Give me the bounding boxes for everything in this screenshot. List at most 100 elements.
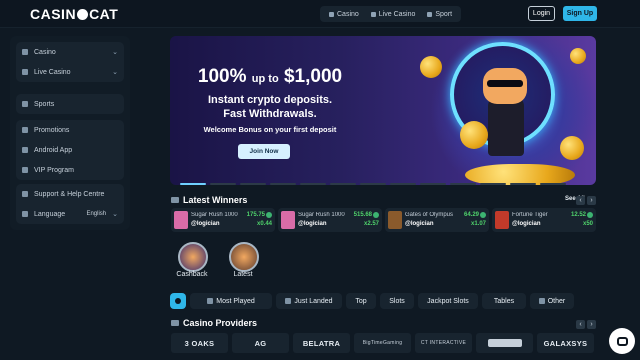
carousel-dot[interactable] <box>270 183 296 185</box>
filter-most-played[interactable]: Most Played <box>190 293 272 309</box>
carousel-dot[interactable] <box>390 183 416 185</box>
chevron-right-icon[interactable]: › <box>587 320 596 329</box>
grid-icon <box>538 298 545 304</box>
sidebar-group-games: Casino ⌄ Live Casino ⌄ <box>16 42 124 82</box>
chevron-right-icon[interactable]: › <box>587 196 596 205</box>
logo-text-right: CAT <box>89 6 119 22</box>
latest-winners-title: Latest Winners <box>171 195 247 205</box>
fire-icon <box>207 298 214 304</box>
game-thumbnail <box>495 211 509 229</box>
winner-card[interactable]: Fortune Tiger @logician 12.52 x50 <box>492 208 596 232</box>
story-latest[interactable] <box>229 242 259 272</box>
chevron-left-icon[interactable]: ‹ <box>576 196 585 205</box>
sidebar-item-support[interactable]: Support & Help Centre <box>16 184 124 204</box>
signup-button[interactable]: Sign Up <box>563 6 597 21</box>
filter-just-landed[interactable]: Just Landed <box>276 293 342 309</box>
search-icon <box>175 298 181 304</box>
coin-icon <box>570 48 586 64</box>
join-now-button[interactable]: Join Now <box>238 144 290 159</box>
sidebar-item-sports[interactable]: Sports <box>16 94 124 114</box>
carousel-dot[interactable] <box>330 183 356 185</box>
sidebar-item-language[interactable]: Language English ⌄ <box>16 204 124 224</box>
language-value: English <box>86 211 107 217</box>
paw-icon <box>77 9 89 20</box>
banner-subheadline: Instant crypto deposits. Fast Withdrawal… <box>207 94 333 120</box>
sidebar-item-vip[interactable]: VIP Program <box>16 160 124 180</box>
crypto-coin-icon <box>587 212 593 218</box>
banner-bonus-text: Welcome Bonus on your first deposit <box>203 125 337 134</box>
game-filter-bar: Most Played Just Landed Top Slots Jackpo… <box>170 293 574 309</box>
providers-icon <box>171 320 179 326</box>
login-button[interactable]: Login <box>528 6 555 21</box>
winner-card[interactable]: Sugar Rush 1000 @logician 175.75 x0.44 <box>171 208 275 232</box>
live-chat-button[interactable] <box>609 328 635 354</box>
coin-icon <box>420 56 442 78</box>
story-cashback[interactable] <box>178 242 208 272</box>
ball-icon <box>427 11 433 17</box>
chevron-left-icon[interactable]: ‹ <box>576 320 585 329</box>
crypto-coin-icon <box>480 212 486 218</box>
provider-logo[interactable] <box>476 333 533 353</box>
carousel-dot[interactable] <box>210 183 236 185</box>
story-cashback-label: Cashback <box>176 271 208 278</box>
cards-icon <box>22 49 28 55</box>
game-thumbnail <box>281 211 295 229</box>
sunglasses-icon <box>487 80 523 87</box>
live-icon <box>370 11 376 17</box>
filter-other[interactable]: Other <box>530 293 574 309</box>
provider-galaxsys[interactable]: GALAXSYS <box>537 333 594 353</box>
carousel-dot[interactable] <box>540 183 566 185</box>
carousel-dot[interactable] <box>420 183 446 185</box>
carousel-dot[interactable] <box>300 183 326 185</box>
provider-belatra[interactable]: BELATRA <box>293 333 350 353</box>
story-latest-label: Latest <box>233 271 253 278</box>
logo[interactable]: CASIN CAT <box>30 6 118 22</box>
promo-banner[interactable]: 100% up to $1,000 Instant crypto deposit… <box>170 36 596 185</box>
banner-headline: 100% up to $1,000 <box>197 66 343 87</box>
chevron-down-icon: ⌄ <box>112 49 118 56</box>
filter-top[interactable]: Top <box>346 293 376 309</box>
live-icon <box>22 69 28 75</box>
carousel-dot[interactable] <box>180 183 206 185</box>
filter-tables[interactable]: Tables <box>482 293 526 309</box>
filter-slots[interactable]: Slots <box>380 293 414 309</box>
chevron-down-icon: ⌄ <box>112 211 118 218</box>
gift-icon <box>22 127 28 133</box>
carousel-dot[interactable] <box>480 183 506 185</box>
provider-3-oaks[interactable]: 3 OAKS <box>171 333 228 353</box>
game-thumbnail <box>388 211 402 229</box>
sidebar-item-android-app[interactable]: Android App <box>16 140 124 160</box>
ball-icon <box>22 101 28 107</box>
cat-mascot-body <box>488 96 524 156</box>
provider-ct-interactive[interactable]: CT INTERACTIVE <box>415 333 472 353</box>
top-nav-casino[interactable]: Casino <box>324 6 364 22</box>
provider-ag[interactable]: AG <box>232 333 289 353</box>
top-nav-sport[interactable]: Sport <box>422 6 457 22</box>
sidebar-group-sports: Sports <box>16 94 124 114</box>
winner-card[interactable]: Gates of Olympus 1000 @logician 64.29 x1… <box>385 208 489 232</box>
logo-text-left: CASIN <box>30 6 77 22</box>
game-thumbnail <box>174 211 188 229</box>
top-bar: CASIN CAT Casino Live Casino Sport Login … <box>0 0 640 28</box>
carousel-dot[interactable] <box>450 183 476 185</box>
sidebar-item-live-casino[interactable]: Live Casino ⌄ <box>16 62 124 82</box>
crypto-coin-icon <box>266 212 272 218</box>
top-nav-live-casino[interactable]: Live Casino <box>366 6 421 22</box>
carousel-dot[interactable] <box>510 183 536 185</box>
top-nav: Casino Live Casino Sport <box>320 6 462 22</box>
cards-icon <box>329 11 334 17</box>
android-icon <box>22 147 28 153</box>
carousel-dot[interactable] <box>240 183 266 185</box>
sidebar-group-promo: Promotions Android App VIP Program <box>16 120 124 180</box>
globe-icon <box>22 211 28 217</box>
search-button[interactable] <box>170 293 186 309</box>
sidebar-item-casino[interactable]: Casino ⌄ <box>16 42 124 62</box>
sidebar-item-promotions[interactable]: Promotions <box>16 120 124 140</box>
filter-jackpot-slots[interactable]: Jackpot Slots <box>418 293 478 309</box>
provider-big-time-gaming[interactable]: BigTimeGaming <box>354 333 411 353</box>
coin-icon <box>560 136 584 160</box>
carousel-dot[interactable] <box>360 183 386 185</box>
crown-icon <box>22 167 28 173</box>
casino-providers-title: Casino Providers <box>171 318 257 328</box>
winner-card[interactable]: Sugar Rush 1000 @logician 515.68 x2.57 <box>278 208 382 232</box>
